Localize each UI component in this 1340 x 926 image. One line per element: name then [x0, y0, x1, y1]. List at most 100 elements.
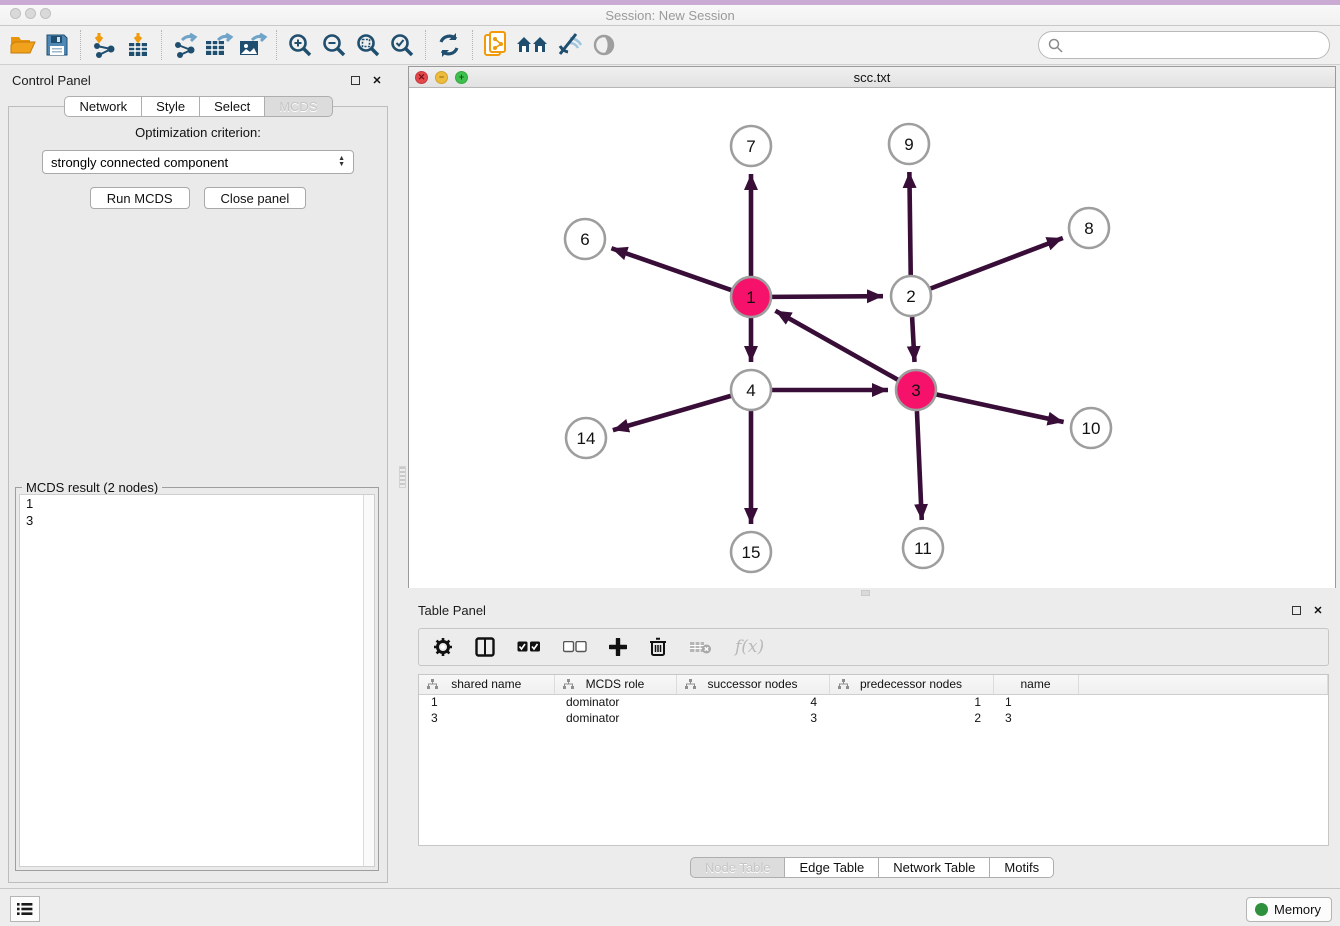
first-neighbors-icon[interactable] — [513, 29, 553, 61]
column-header-name[interactable]: name — [993, 675, 1078, 694]
zoom-fit-icon[interactable] — [351, 29, 385, 61]
table-options-gear-icon[interactable] — [433, 637, 453, 657]
tab-network-table[interactable]: Network Table — [879, 857, 990, 878]
mcds-result-title: MCDS result (2 nodes) — [22, 480, 162, 495]
show-column-icon[interactable] — [475, 637, 495, 657]
apply-layout-icon[interactable] — [432, 29, 466, 61]
tab-motifs[interactable]: Motifs — [990, 857, 1054, 878]
node-label: 10 — [1082, 419, 1101, 438]
edge-2-9[interactable] — [909, 172, 910, 275]
mcds-result-list[interactable]: 1 3 — [19, 494, 375, 867]
import-table-icon[interactable] — [121, 29, 155, 61]
table-panel: Table Panel ✕ f(x) shared nameMCD — [408, 598, 1336, 888]
new-network-from-selection-icon[interactable] — [479, 29, 513, 61]
control-panel: Control Panel ✕ Network Style Select MCD… — [0, 68, 397, 888]
node-label: 2 — [906, 287, 915, 306]
splitter-grip[interactable] — [861, 590, 870, 596]
search-field[interactable] — [1038, 31, 1330, 59]
network-window-title: scc.txt — [409, 70, 1335, 85]
memory-button[interactable]: Memory — [1246, 897, 1332, 922]
delete-table-icon — [689, 639, 713, 655]
hide-selected-icon[interactable] — [553, 29, 587, 61]
column-header-successor-nodes[interactable]: successor nodes — [676, 675, 829, 694]
edge-4-14[interactable] — [613, 396, 731, 430]
node-9[interactable]: 9 — [889, 124, 929, 164]
optimization-criterion-label: Optimization criterion: — [9, 125, 387, 140]
node-7[interactable]: 7 — [731, 126, 771, 166]
float-panel-icon[interactable] — [1288, 602, 1304, 618]
edge-3-1[interactable] — [775, 311, 897, 380]
zoom-in-icon[interactable] — [283, 29, 317, 61]
select-all-columns-icon[interactable] — [517, 641, 541, 653]
node-14[interactable]: 14 — [566, 418, 606, 458]
node-10[interactable]: 10 — [1071, 408, 1111, 448]
delete-columns-icon[interactable] — [649, 637, 667, 657]
node-4[interactable]: 4 — [731, 370, 771, 410]
result-scrollbar[interactable] — [363, 495, 374, 866]
tab-node-table[interactable]: Node Table — [690, 857, 786, 878]
table-row[interactable]: 1dominator411 — [419, 694, 1328, 710]
session-title: Session: New Session — [0, 8, 1340, 23]
result-item[interactable]: 1 — [20, 495, 374, 512]
tab-edge-table[interactable]: Edge Table — [785, 857, 879, 878]
edge-2-8[interactable] — [931, 238, 1063, 289]
float-panel-icon[interactable] — [347, 72, 363, 88]
table-row[interactable]: 3dominator323 — [419, 710, 1328, 726]
control-panel-tabs: Network Style Select MCDS — [0, 96, 397, 117]
edge-1-2[interactable] — [772, 296, 883, 297]
show-task-history-button[interactable] — [10, 896, 40, 922]
open-session-icon[interactable] — [6, 29, 40, 61]
mcds-result-group: MCDS result (2 nodes) 1 3 — [15, 487, 379, 871]
node-15[interactable]: 15 — [731, 532, 771, 572]
cell-shared_name: 3 — [419, 710, 554, 726]
close-panel-button[interactable]: Close panel — [204, 187, 307, 209]
result-item[interactable]: 3 — [20, 512, 374, 529]
save-session-icon[interactable] — [40, 29, 74, 61]
node-label: 1 — [746, 288, 755, 307]
splitter-grip[interactable] — [399, 466, 406, 488]
column-header-label: predecessor nodes — [860, 677, 962, 691]
create-new-column-icon[interactable] — [609, 638, 627, 656]
column-header-MCDS-role[interactable]: MCDS role — [554, 675, 676, 694]
column-header-predecessor-nodes[interactable]: predecessor nodes — [829, 675, 993, 694]
cell-successor_nodes: 4 — [676, 694, 829, 710]
node-table: shared name MCDS role successor nodes prede… — [418, 674, 1329, 846]
edge-2-3[interactable] — [912, 317, 914, 362]
import-network-icon[interactable] — [87, 29, 121, 61]
node-8[interactable]: 8 — [1069, 208, 1109, 248]
cell-mcds_role: dominator — [554, 694, 676, 710]
unselect-all-columns-icon[interactable] — [563, 641, 587, 653]
table-tabs: Node Table Edge Table Network Table Moti… — [408, 857, 1336, 878]
edge-3-11[interactable] — [917, 411, 922, 520]
node-3[interactable]: 3 — [896, 370, 936, 410]
zoom-selected-icon[interactable] — [385, 29, 419, 61]
vertical-splitter[interactable] — [397, 68, 408, 888]
export-image-icon[interactable] — [236, 29, 270, 61]
tab-mcds[interactable]: MCDS — [265, 96, 332, 117]
optimization-criterion-dropdown[interactable]: strongly connected component ▲▼ — [42, 150, 354, 174]
close-panel-icon[interactable]: ✕ — [1310, 602, 1326, 618]
node-label: 3 — [911, 381, 920, 400]
node-11[interactable]: 11 — [903, 528, 943, 568]
node-6[interactable]: 6 — [565, 219, 605, 259]
search-input[interactable] — [1069, 34, 1329, 56]
memory-label: Memory — [1274, 902, 1321, 917]
tab-network[interactable]: Network — [64, 96, 142, 117]
tab-style[interactable]: Style — [142, 96, 200, 117]
column-header-label: MCDS role — [586, 677, 645, 691]
tab-select[interactable]: Select — [200, 96, 265, 117]
horizontal-splitter[interactable] — [408, 588, 1336, 598]
run-mcds-button[interactable]: Run MCDS — [90, 187, 190, 209]
zoom-out-icon[interactable] — [317, 29, 351, 61]
show-all-icon[interactable] — [587, 29, 621, 61]
edge-3-10[interactable] — [937, 394, 1064, 422]
chevron-up-down-icon: ▲▼ — [338, 156, 345, 168]
node-2[interactable]: 2 — [891, 276, 931, 316]
network-canvas[interactable]: 1 2 3 4 6 7 8 9 10 11 14 15 — [409, 88, 1335, 588]
node-1[interactable]: 1 — [731, 277, 771, 317]
export-table-icon[interactable] — [202, 29, 236, 61]
export-network-icon[interactable] — [168, 29, 202, 61]
close-panel-icon[interactable]: ✕ — [369, 72, 385, 88]
column-header-shared-name[interactable]: shared name — [419, 675, 554, 694]
edge-1-6[interactable] — [611, 248, 731, 290]
